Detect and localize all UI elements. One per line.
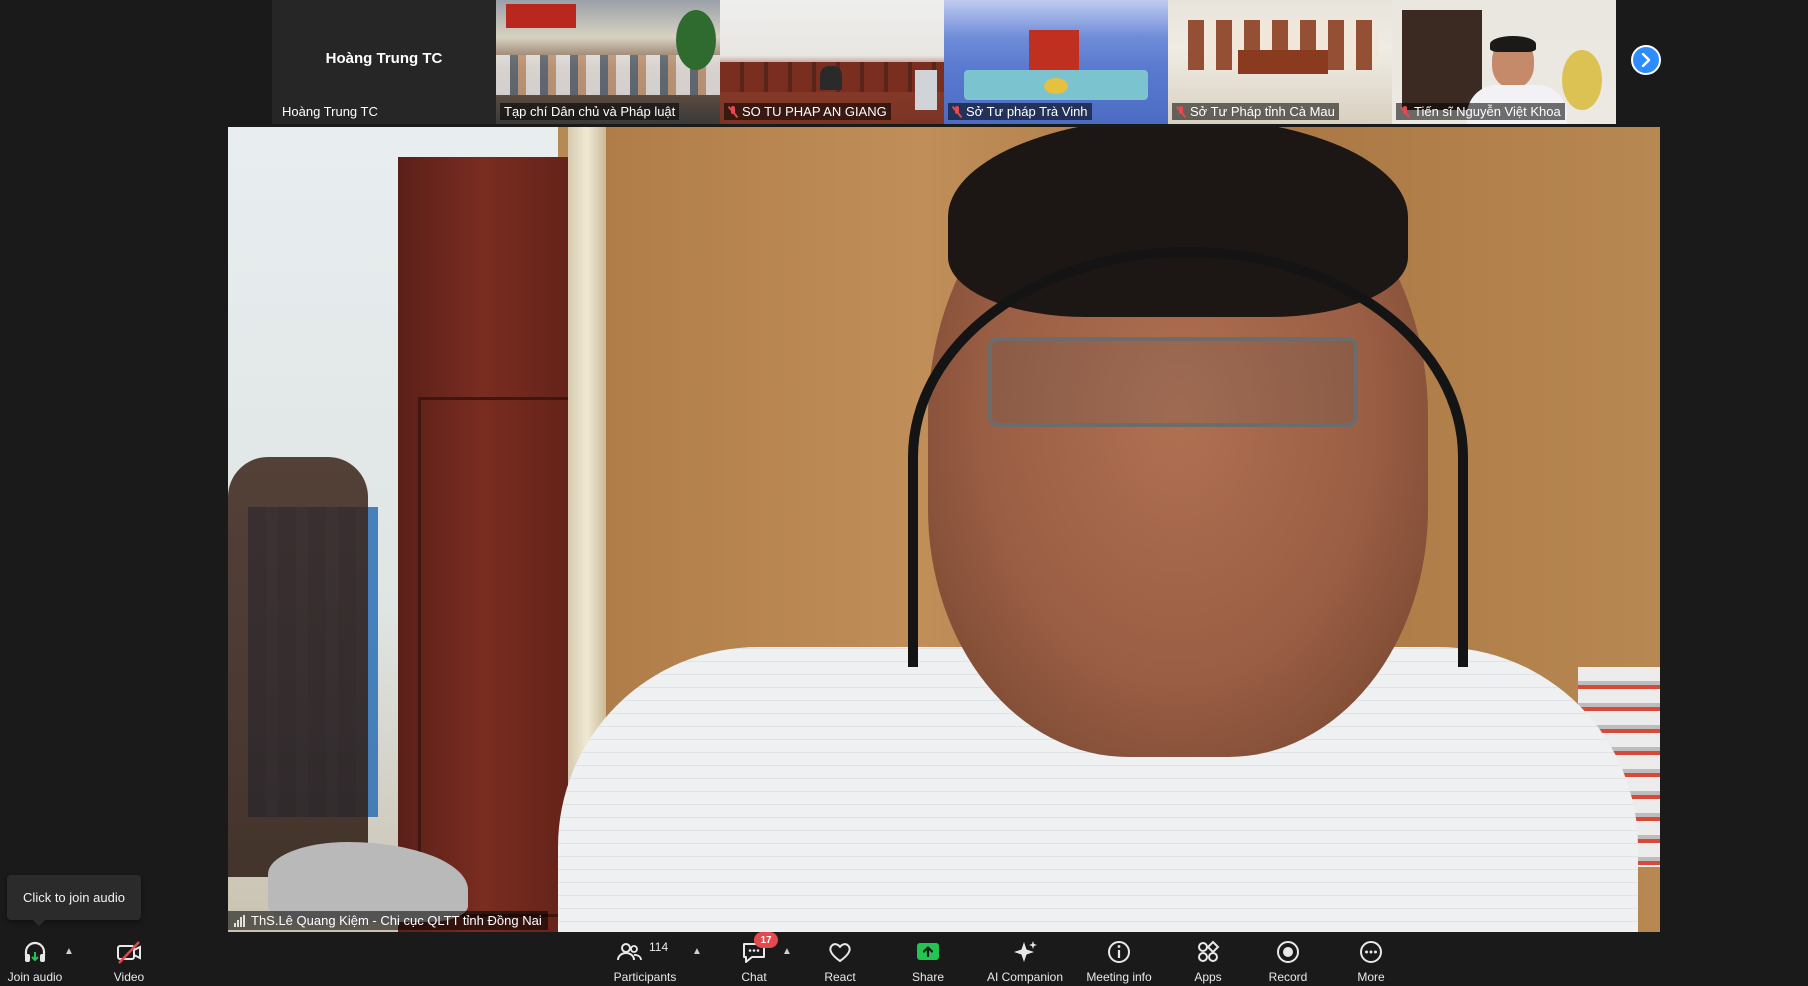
participants-label: Participants bbox=[613, 970, 677, 984]
mic-muted-icon bbox=[1400, 105, 1410, 118]
participant-strip: Hoàng Trung TC Hoàng Trung TC Tạp chí Dâ… bbox=[272, 0, 1616, 124]
mic-muted-icon bbox=[952, 105, 962, 118]
video-button[interactable]: Video bbox=[104, 932, 154, 986]
participant-tile[interactable]: Sở Tư pháp Trà Vinh bbox=[944, 0, 1168, 124]
chat-unread-badge: 17 bbox=[754, 932, 778, 948]
audio-options-caret[interactable]: ▲ bbox=[64, 946, 74, 957]
meeting-info-label: Meeting info bbox=[1086, 970, 1152, 984]
meeting-toolbar: Join audio ▲ Video 114 Participants ▲ 17… bbox=[0, 932, 1808, 986]
active-speaker-name: ThS.Lê Quang Kiệm - Chi cục QLTT tỉnh Đồ… bbox=[251, 913, 542, 928]
participant-label-text: Tiến sĩ Nguyễn Việt Khoa bbox=[1414, 104, 1561, 119]
info-icon bbox=[1105, 938, 1133, 966]
heart-icon bbox=[826, 938, 854, 966]
react-label: React bbox=[824, 970, 856, 984]
active-speaker-video bbox=[228, 127, 1660, 932]
participant-label: Hoàng Trung TC bbox=[278, 103, 382, 120]
ai-companion-button[interactable]: AI Companion bbox=[980, 932, 1070, 986]
participant-label: SO TU PHAP AN GIANG bbox=[724, 103, 891, 120]
join-audio-label: Join audio bbox=[7, 970, 63, 984]
participant-tile[interactable]: Sở Tư Pháp tỉnh Cà Mau bbox=[1168, 0, 1392, 124]
apps-button[interactable]: Apps bbox=[1186, 932, 1230, 986]
participants-icon: 114 bbox=[615, 938, 675, 966]
participant-label: Tạp chí Dân chủ và Pháp luật bbox=[500, 103, 680, 120]
participant-tile[interactable]: Hoàng Trung TC Hoàng Trung TC bbox=[272, 0, 496, 124]
chevron-right-icon[interactable] bbox=[1631, 45, 1661, 75]
participant-label-text: Sở Tư Pháp tỉnh Cà Mau bbox=[1190, 104, 1335, 119]
video-label: Video bbox=[113, 970, 145, 984]
share-button[interactable]: Share bbox=[906, 932, 950, 986]
chat-icon: 17 bbox=[740, 932, 778, 966]
headphones-icon bbox=[21, 938, 49, 966]
participant-label: Sở Tư Pháp tỉnh Cà Mau bbox=[1172, 103, 1339, 120]
more-button[interactable]: More bbox=[1350, 932, 1392, 986]
participant-label-text: SO TU PHAP AN GIANG bbox=[742, 104, 887, 119]
share-screen-icon bbox=[914, 938, 942, 966]
participants-options-caret[interactable]: ▲ bbox=[692, 946, 702, 957]
participant-label-text: Hoàng Trung TC bbox=[282, 104, 378, 119]
participant-tile[interactable]: Tạp chí Dân chủ và Pháp luật bbox=[496, 0, 720, 124]
participant-label: Sở Tư pháp Trà Vinh bbox=[948, 103, 1092, 120]
join-audio-tooltip: Click to join audio bbox=[7, 875, 141, 926]
tooltip-text: Click to join audio bbox=[23, 890, 125, 905]
participants-button[interactable]: 114 Participants bbox=[608, 932, 682, 986]
react-button[interactable]: React bbox=[818, 932, 862, 986]
participant-tile[interactable]: Tiến sĩ Nguyễn Việt Khoa bbox=[1392, 0, 1616, 124]
ai-companion-label: AI Companion bbox=[986, 970, 1064, 984]
apps-icon bbox=[1194, 938, 1222, 966]
more-label: More bbox=[1357, 970, 1385, 984]
participants-count: 114 bbox=[649, 940, 669, 954]
zoom-meeting-window: Hoàng Trung TC Hoàng Trung TC Tạp chí Dâ… bbox=[0, 0, 1808, 986]
signal-strength-icon bbox=[234, 914, 245, 927]
participant-name-large: Hoàng Trung TC bbox=[325, 50, 443, 67]
chat-options-caret[interactable]: ▲ bbox=[782, 946, 792, 957]
video-off-icon bbox=[115, 938, 143, 966]
participant-tile[interactable]: SO TU PHAP AN GIANG bbox=[720, 0, 944, 124]
participant-label: Tiến sĩ Nguyễn Việt Khoa bbox=[1396, 103, 1565, 120]
apps-label: Apps bbox=[1194, 970, 1222, 984]
participant-label-text: Sở Tư pháp Trà Vinh bbox=[966, 104, 1088, 119]
chat-button[interactable]: 17 Chat bbox=[732, 932, 778, 986]
record-button[interactable]: Record bbox=[1264, 932, 1312, 986]
participant-label-text: Tạp chí Dân chủ và Pháp luật bbox=[504, 104, 676, 119]
record-icon bbox=[1274, 938, 1302, 966]
meeting-info-button[interactable]: Meeting info bbox=[1082, 932, 1156, 986]
more-icon bbox=[1357, 938, 1385, 966]
mic-muted-icon bbox=[1176, 105, 1186, 118]
join-audio-button[interactable]: Join audio bbox=[4, 932, 66, 986]
chat-label: Chat bbox=[741, 970, 767, 984]
record-label: Record bbox=[1268, 970, 1308, 984]
sparkle-icon bbox=[1011, 938, 1039, 966]
share-label: Share bbox=[911, 970, 945, 984]
active-speaker-label: ThS.Lê Quang Kiệm - Chi cục QLTT tỉnh Đồ… bbox=[228, 911, 548, 930]
mic-muted-icon bbox=[728, 105, 738, 118]
